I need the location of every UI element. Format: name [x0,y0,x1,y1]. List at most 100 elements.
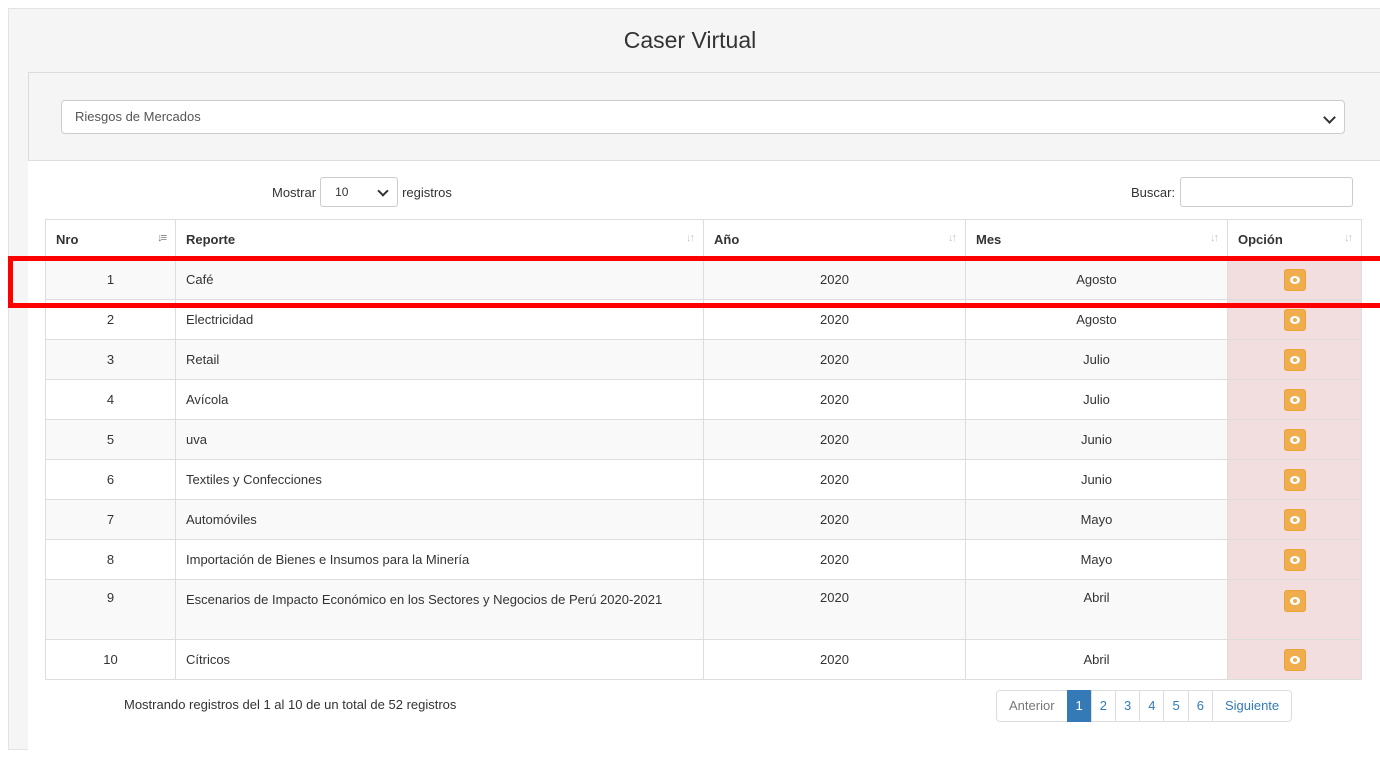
sort-icon: ↓↑ [686,232,695,244]
cell-anio: 2020 [703,579,966,640]
eye-pupil [1292,517,1297,522]
view-button[interactable] [1283,428,1306,451]
chevron-down-icon [1323,111,1336,124]
table-row: 10 Cítricos 2020 Abril [45,639,1362,680]
header-anio[interactable]: Año ↓↑ [703,219,966,261]
cell-nro: 8 [45,539,176,580]
cell-nro: 4 [45,379,176,420]
search-input[interactable] [1180,177,1354,207]
page-button-4[interactable]: 4 [1139,690,1165,722]
cell-opcion [1227,379,1362,420]
view-button[interactable] [1283,590,1306,612]
show-label: Mostrar [272,184,317,200]
header-reporte[interactable]: Reporte ↓↑ [175,219,704,261]
cell-opcion [1227,639,1362,680]
cell-mes: Abril [965,579,1228,640]
cell-nro: 10 [45,639,176,680]
table-row: 4 Avícola 2020 Julio [45,379,1362,420]
eye-pupil [1292,277,1297,282]
cell-anio: 2020 [703,639,966,680]
view-button[interactable] [1283,388,1306,411]
cell-reporte: uva [175,419,704,460]
page-button-3[interactable]: 3 [1115,690,1141,722]
page-length-control: Mostrar 10 registros [272,177,452,207]
table-row: 2 Electricidad 2020 Agosto [45,299,1362,340]
next-page-button[interactable]: Siguiente [1211,690,1293,722]
header-label: Mes [976,231,1002,247]
chevron-down-icon [377,185,389,197]
cell-mes: Agosto [965,259,1228,300]
records-label: registros [402,184,452,200]
sort-icon: ↓↑ [1210,232,1219,244]
header-label: Año [714,231,740,247]
search-control: Buscar: [1131,177,1354,207]
cell-anio: 2020 [703,339,966,380]
page-button-6[interactable]: 6 [1187,690,1213,722]
cell-opcion [1227,579,1362,640]
table-row: 8 Importación de Bienes e Insumos para l… [45,539,1362,580]
table-row: 3 Retail 2020 Julio [45,339,1362,380]
cell-anio: 2020 [703,459,966,500]
eye-pupil [1292,599,1297,603]
cell-opcion [1227,299,1362,340]
view-button[interactable] [1283,268,1306,291]
header-nro[interactable]: Nro ↓≡ [45,219,176,261]
cell-nro: 7 [45,499,176,540]
prev-page-button[interactable]: Anterior [996,690,1068,722]
eye-pupil [1292,477,1297,482]
cell-mes: Julio [965,379,1228,420]
eye-pupil [1292,657,1297,662]
reports-table: Nro ↓≡ Reporte ↓↑ Año ↓↑ Mes ↓↑ Opción ↓↑ 1 C… [45,219,1362,680]
cell-reporte: Electricidad [175,299,704,340]
category-select-value: Riesgos de Mercados [75,109,201,124]
cell-opcion [1227,419,1362,460]
view-button[interactable] [1283,648,1306,671]
category-select[interactable]: Riesgos de Mercados [61,100,1345,134]
table-info: Mostrando registros del 1 al 10 de un to… [124,697,457,712]
cell-anio: 2020 [703,259,966,300]
sort-icon: ↓↑ [1344,232,1353,244]
cell-reporte: Automóviles [175,499,704,540]
cell-mes: Mayo [965,499,1228,540]
cell-anio: 2020 [703,539,966,580]
cell-anio: 2020 [703,299,966,340]
cell-mes: Junio [965,459,1228,500]
cell-opcion [1227,259,1362,300]
table-row: 6 Textiles y Confecciones 2020 Junio [45,459,1362,500]
cell-nro: 3 [45,339,176,380]
cell-anio: 2020 [703,499,966,540]
cell-nro: 9 [45,579,176,640]
table-row: 9 Escenarios de Impacto Económico en los… [45,579,1362,640]
eye-pupil [1292,437,1297,442]
view-button[interactable] [1283,508,1306,531]
header-opcion[interactable]: Opción ↓↑ [1227,219,1362,261]
cell-reporte: Retail [175,339,704,380]
header-label: Opción [1238,231,1283,247]
cell-mes: Junio [965,419,1228,460]
cell-mes: Julio [965,339,1228,380]
cell-reporte: Escenarios de Impacto Económico en los S… [175,579,704,640]
eye-pupil [1292,557,1297,562]
cell-mes: Abril [965,639,1228,680]
page-length-value: 10 [335,185,349,199]
cell-opcion [1227,339,1362,380]
header-label: Nro [56,231,79,247]
cell-anio: 2020 [703,379,966,420]
page-length-select[interactable]: 10 [320,177,399,207]
cell-mes: Agosto [965,299,1228,340]
cell-nro: 1 [45,259,176,300]
table-header-row: Nro ↓≡ Reporte ↓↑ Año ↓↑ Mes ↓↑ Opción ↓↑ [45,219,1362,261]
eye-pupil [1292,357,1297,362]
view-button[interactable] [1283,308,1306,331]
view-button[interactable] [1283,548,1306,571]
page-button-2[interactable]: 2 [1090,690,1116,722]
view-button[interactable] [1283,348,1306,371]
header-mes[interactable]: Mes ↓↑ [965,219,1228,261]
page-button-5[interactable]: 5 [1163,690,1189,722]
cell-reporte: Textiles y Confecciones [175,459,704,500]
cell-opcion [1227,499,1362,540]
view-button[interactable] [1283,468,1306,491]
cell-anio: 2020 [703,419,966,460]
page-button-1[interactable]: 1 [1066,690,1092,722]
table-row: 1 Café 2020 Agosto [45,259,1362,300]
